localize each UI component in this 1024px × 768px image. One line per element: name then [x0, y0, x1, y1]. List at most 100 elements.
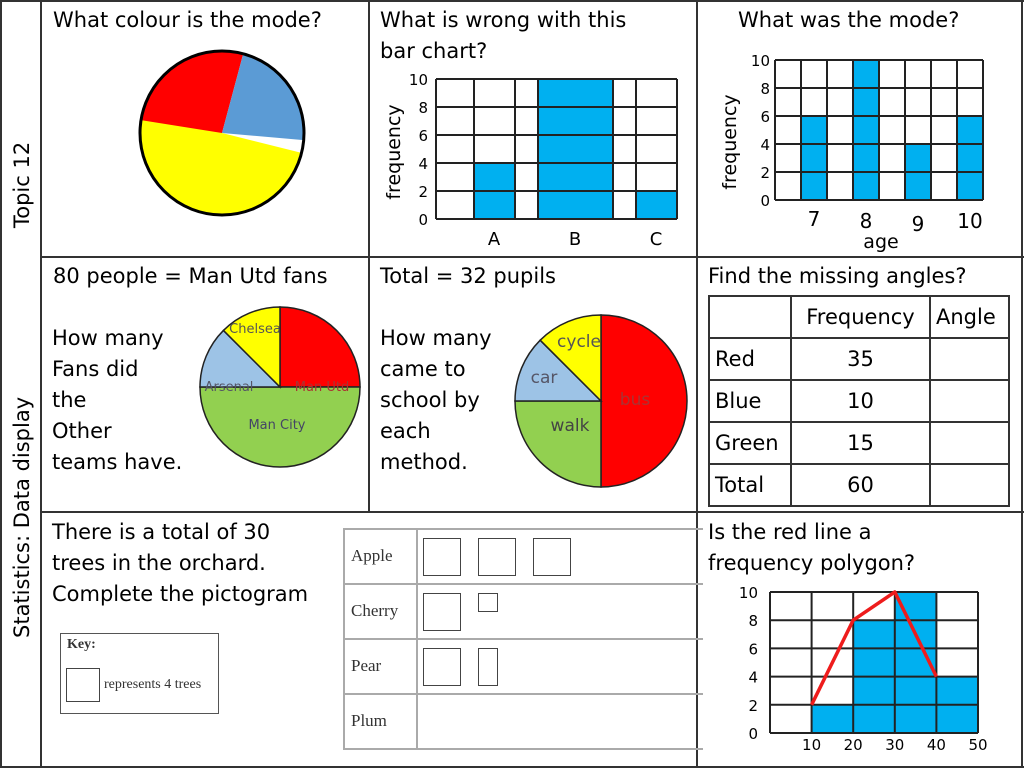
pie-label: walk — [551, 416, 590, 436]
x-tick-label: 30 — [885, 736, 904, 754]
mode-colour-question: What colour is the mode? — [53, 8, 322, 32]
question-line: teams have. — [52, 450, 183, 474]
table-row: Green 15 — [708, 421, 1010, 465]
pictogram-symbol — [423, 538, 461, 576]
x-tick-label: C — [650, 229, 663, 250]
pictogram-symbol — [423, 593, 461, 631]
pupils-heading: Total = 32 pupils — [380, 264, 556, 288]
pictogram-symbol — [478, 538, 516, 576]
row-label: Red — [708, 337, 792, 381]
x-tick-label: 20 — [844, 736, 863, 754]
pupils-question: How many came to school by each method. — [380, 323, 492, 478]
pie-slice — [514, 400, 602, 488]
bar — [801, 116, 827, 200]
angles-question: Find the missing angles? — [708, 264, 967, 288]
bar — [853, 60, 879, 200]
pictogram-row-label: Cherry — [351, 601, 399, 620]
pictogram-divider — [416, 530, 418, 583]
y-axis-label: frequency — [383, 104, 405, 199]
question-line: How many — [380, 326, 492, 350]
pie-slice — [279, 306, 361, 388]
y-tick-label: 6 — [748, 640, 758, 658]
sidebar-subject: Statistics: Data display — [10, 396, 34, 638]
angle-value[interactable] — [929, 337, 1010, 381]
pictogram-row: Pear — [345, 640, 703, 695]
grid-divider — [0, 0, 1024, 2]
x-tick-label: 8 — [860, 209, 873, 233]
pupils-pie: bus walk car cycle — [514, 314, 688, 488]
angle-value[interactable] — [929, 463, 1010, 507]
pictogram-symbol — [478, 593, 498, 612]
x-tick-label: A — [488, 229, 501, 250]
pictogram-row: Apple — [345, 530, 703, 585]
pictogram-row: Cherry — [345, 585, 703, 640]
y-tick-label: 4 — [418, 155, 428, 173]
pie-label: Man City — [248, 418, 305, 433]
x-tick-label: 10 — [957, 209, 982, 233]
angle-value[interactable] — [929, 421, 1010, 465]
pictogram-table: Apple Cherry Pear Plum — [343, 528, 703, 750]
row-label: Blue — [708, 379, 792, 423]
table-header: Angle — [929, 295, 1010, 339]
pictogram-row-label: Plum — [351, 711, 387, 730]
y-tick-label: 0 — [418, 211, 428, 229]
pie-label: Man Utd — [295, 380, 349, 395]
angles-table: Frequency Angle Red 35 Blue 10 Green 15 … — [708, 295, 1010, 507]
y-axis-label: frequency — [719, 94, 741, 189]
question-line: Complete the pictogram — [52, 582, 309, 606]
mode-age-question: What was the mode? — [738, 8, 960, 32]
pictogram-row-label: Apple — [351, 546, 393, 565]
pictogram-symbol — [423, 648, 461, 686]
pictogram-key: Key: represents 4 trees — [60, 633, 219, 714]
table-row: Blue 10 — [708, 379, 1010, 423]
y-tick-label: 8 — [760, 80, 770, 98]
question-line: the — [52, 388, 87, 412]
question-line: Other — [52, 419, 112, 443]
pie-label: cycle — [557, 332, 601, 352]
man-utd-heading: 80 people = Man Utd fans — [53, 264, 328, 288]
y-tick-label: 0 — [760, 192, 770, 210]
question-line: method. — [380, 450, 468, 474]
pictogram-divider — [416, 640, 418, 693]
wrong-bar-chart: 10 8 6 4 2 0 A B Cfrequency — [383, 71, 678, 250]
polygon-question-1: Is the red line a — [708, 520, 872, 544]
y-tick-label: 2 — [748, 697, 758, 715]
angle-value[interactable] — [929, 379, 1010, 423]
row-label: Total — [708, 463, 792, 507]
pie-label: Arsenal — [205, 380, 254, 395]
sidebar-topic: Topic 12 — [10, 141, 34, 228]
question-line: came to — [380, 357, 466, 381]
pie-label: car — [531, 368, 558, 388]
frequency-value: 35 — [790, 337, 931, 381]
x-tick-label: 50 — [968, 736, 987, 754]
table-header-row: Frequency Angle — [708, 295, 1010, 339]
pictogram-divider — [416, 585, 418, 638]
grid-divider — [0, 0, 2, 768]
question-line: How many — [52, 326, 164, 350]
x-tick-label: 9 — [912, 212, 925, 236]
x-tick-label: 40 — [927, 736, 946, 754]
pictogram-question: There is a total of 30 trees in the orch… — [52, 517, 308, 610]
y-tick-label: 6 — [760, 108, 770, 126]
pictogram-row-label: Pear — [351, 656, 382, 675]
mode-age-chart: 10 8 6 4 2 0 7 8 9 10 age frequency — [719, 52, 984, 253]
y-tick-label: 4 — [748, 669, 758, 687]
table-header — [708, 295, 792, 339]
y-tick-label: 2 — [418, 183, 428, 201]
wrong-bar-question-2: bar chart? — [380, 39, 488, 63]
y-tick-label: 8 — [748, 612, 758, 630]
frequency-value: 60 — [790, 463, 931, 507]
bar — [957, 116, 983, 200]
pie-label: bus — [620, 390, 651, 410]
y-tick-label: 2 — [760, 164, 770, 182]
man-utd-question: How many Fans did the Other teams have. — [52, 323, 182, 478]
pictogram-symbol — [533, 538, 571, 576]
pictogram-symbol — [478, 648, 498, 686]
y-tick-label: 10 — [751, 52, 770, 70]
grid-divider — [1021, 0, 1023, 768]
pie-label: Chelsea — [229, 322, 281, 337]
question-line: school by — [380, 388, 480, 412]
x-tick-label: 7 — [808, 207, 821, 231]
table-row: Total 60 — [708, 463, 1010, 507]
bar — [636, 191, 677, 219]
